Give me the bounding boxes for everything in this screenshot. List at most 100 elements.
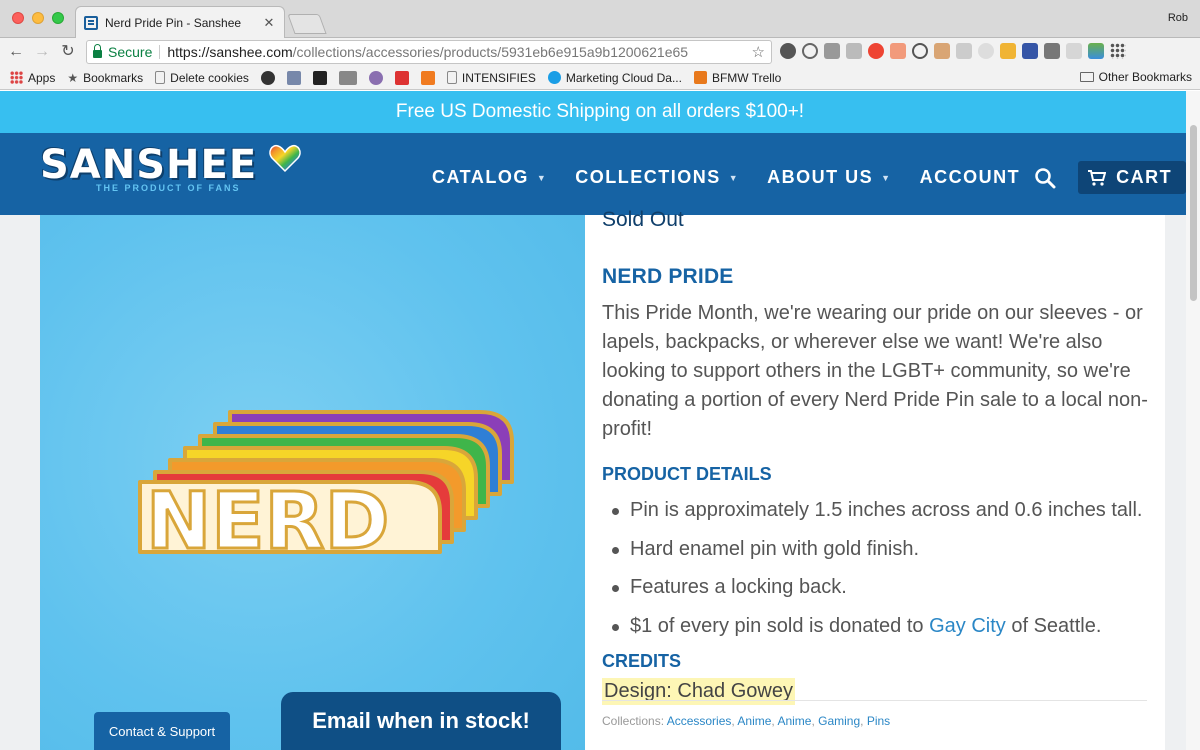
list-item: $1 of every pin sold is donated to Gay C… <box>602 607 1152 646</box>
logo-tagline: THE PRODUCT OF FANS <box>96 183 241 193</box>
cart-label: CART <box>1116 167 1173 187</box>
collection-link-anime-2[interactable]: Anime <box>777 714 811 728</box>
announcement-bar[interactable]: Free US Domestic Shipping on all orders … <box>0 91 1200 133</box>
salesforce-cloud-icon <box>547 71 561 84</box>
nav-about-us[interactable]: ABOUT US ▼ <box>767 167 891 188</box>
forward-arrow-icon[interactable]: → <box>32 42 52 62</box>
email-when-in-stock-button[interactable]: Email when in stock! <box>281 692 561 750</box>
bookmark-marketing-cloud[interactable]: Marketing Cloud Da... <box>547 70 682 85</box>
extension-icon[interactable] <box>780 43 796 59</box>
pocket-extension-icon[interactable] <box>890 43 906 59</box>
sanshee-favicon-icon <box>84 15 98 30</box>
tab-title: Nerd Pride Pin - Sanshee <box>105 15 242 30</box>
browser-toolbar: ← → ↻ Secure https://sanshee.com/collect… <box>0 38 1200 66</box>
pinwheel-bookmark-icon[interactable] <box>368 70 383 85</box>
nav-account[interactable]: ACCOUNT <box>920 167 1021 188</box>
close-window-button[interactable] <box>12 12 24 24</box>
broadcast-bookmark-icon[interactable] <box>338 70 357 85</box>
credits-heading: CREDITS <box>602 651 682 671</box>
scrollbar-thumb[interactable] <box>1190 125 1197 301</box>
cloud-bookmark-icon[interactable] <box>260 70 275 85</box>
site-header: SANSHEE THE PRODUCT OF FANS CATALOG ▼ CO… <box>0 133 1200 215</box>
nav-catalog-label: CATALOG <box>432 167 529 187</box>
product-image[interactable]: NERD <box>40 215 585 750</box>
collections-label: Collections: <box>602 714 665 728</box>
bookmark-bookmarks[interactable]: ★ Bookmarks <box>67 71 143 85</box>
page-icon <box>155 71 166 84</box>
bookmark-label: Bookmarks <box>83 70 144 85</box>
profile-name[interactable]: Rob <box>1168 12 1188 24</box>
extensions-row <box>780 43 1126 59</box>
other-bookmarks-label: Other Bookmarks <box>1098 70 1192 84</box>
bookmark-label: INTENSIFIES <box>461 70 536 85</box>
reload-icon[interactable]: ↻ <box>58 42 78 62</box>
trello-icon <box>693 71 707 84</box>
cart-button[interactable]: CART <box>1078 161 1187 194</box>
bookmark-star-icon[interactable]: ☆ <box>752 43 765 61</box>
pin-text: NERD <box>146 477 389 560</box>
search-icon[interactable] <box>1034 167 1056 189</box>
chevron-down-icon: ▼ <box>728 172 740 183</box>
f-bookmark-icon[interactable] <box>420 70 435 85</box>
bookmark-apps[interactable]: Apps <box>10 71 55 85</box>
divider <box>602 700 1147 701</box>
bookmark-intensifies[interactable]: INTENSIFIES <box>446 70 536 85</box>
chrome-menu-icon[interactable] <box>1110 43 1126 59</box>
new-tab-button[interactable] <box>287 14 327 34</box>
product-collections: Collections: Accessories, Anime, Anime, … <box>602 714 891 728</box>
list-item: Pin is approximately 1.5 inches across a… <box>602 491 1152 530</box>
contact-support-button[interactable]: Contact & Support <box>94 712 230 750</box>
gay-city-link[interactable]: Gay City <box>929 615 1006 637</box>
bookmark-delete-cookies[interactable]: Delete cookies <box>155 71 249 85</box>
bookmark-bfmw-trello[interactable]: BFMW Trello <box>693 71 781 85</box>
nav-collections[interactable]: COLLECTIONS ▼ <box>575 167 739 188</box>
photo-extension-icon[interactable] <box>1088 43 1104 59</box>
tab-close-icon[interactable]: ✕ <box>262 15 276 31</box>
key-extension-icon[interactable] <box>1000 43 1016 59</box>
bookmark-label: Apps <box>28 70 56 85</box>
browser-tab-active[interactable]: Nerd Pride Pin - Sanshee ✕ <box>75 6 285 38</box>
product-details-list: Pin is approximately 1.5 inches across a… <box>602 491 1152 645</box>
donation-prefix: $1 of every pin sold is donated to <box>630 614 930 637</box>
grid-extension-icon[interactable] <box>824 43 840 59</box>
collection-link-anime[interactable]: Anime <box>737 714 771 728</box>
minimize-window-button[interactable] <box>32 12 44 24</box>
info-extension-icon[interactable] <box>802 43 818 59</box>
box-extension-icon[interactable] <box>1044 43 1060 59</box>
list-item: Features a locking back. <box>602 568 1152 607</box>
back-arrow-icon[interactable]: ← <box>6 42 26 62</box>
donation-suffix: of Seattle. <box>1005 614 1102 637</box>
chevron-down-icon: ▼ <box>881 172 892 183</box>
bookmark-red-icon[interactable] <box>394 70 409 85</box>
bookmark-label: Delete cookies <box>170 70 249 85</box>
window-extension-icon[interactable] <box>1066 43 1082 59</box>
logo-wordmark: SANSHEE <box>40 142 258 188</box>
collection-link-gaming[interactable]: Gaming <box>818 714 860 728</box>
zotero-extension-icon[interactable] <box>1022 43 1038 59</box>
url-separator <box>159 45 161 59</box>
browser-tab-bar: Nerd Pride Pin - Sanshee ✕ Rob <box>0 0 1200 38</box>
edit-extension-icon[interactable] <box>846 43 862 59</box>
nav-catalog[interactable]: CATALOG ▼ <box>432 167 547 188</box>
mail-extension-icon[interactable] <box>934 43 950 59</box>
page-icon <box>446 71 457 84</box>
star-icon: ★ <box>67 70 79 85</box>
url-path: /collections/accessories/products/5931eb… <box>292 44 689 60</box>
wordpress-extension-icon[interactable] <box>912 43 928 59</box>
puzzle-extension-icon[interactable] <box>956 43 972 59</box>
address-bar[interactable]: Secure https://sanshee.com/collections/a… <box>86 40 772 64</box>
collection-link-pins[interactable]: Pins <box>867 714 890 728</box>
page-scrollbar[interactable] <box>1186 91 1200 750</box>
list-item: Hard enamel pin with gold finish. <box>602 530 1152 569</box>
maximize-window-button[interactable] <box>52 12 64 24</box>
plugin-extension-icon[interactable] <box>978 43 994 59</box>
product-details-heading: PRODUCT DETAILS <box>602 464 772 484</box>
sanshee-logo[interactable]: SANSHEE THE PRODUCT OF FANS <box>40 142 301 193</box>
tool-bookmark-icon[interactable] <box>286 70 301 85</box>
nerd-pride-pin-illustration: NERD <box>138 410 514 560</box>
bookmark-label: Marketing Cloud Da... <box>565 70 682 85</box>
adblock-plus-icon[interactable] <box>868 43 884 59</box>
other-bookmarks[interactable]: Other Bookmarks <box>1079 70 1192 84</box>
camera-bookmark-icon[interactable] <box>312 70 327 85</box>
collection-link-accessories[interactable]: Accessories <box>667 714 732 728</box>
